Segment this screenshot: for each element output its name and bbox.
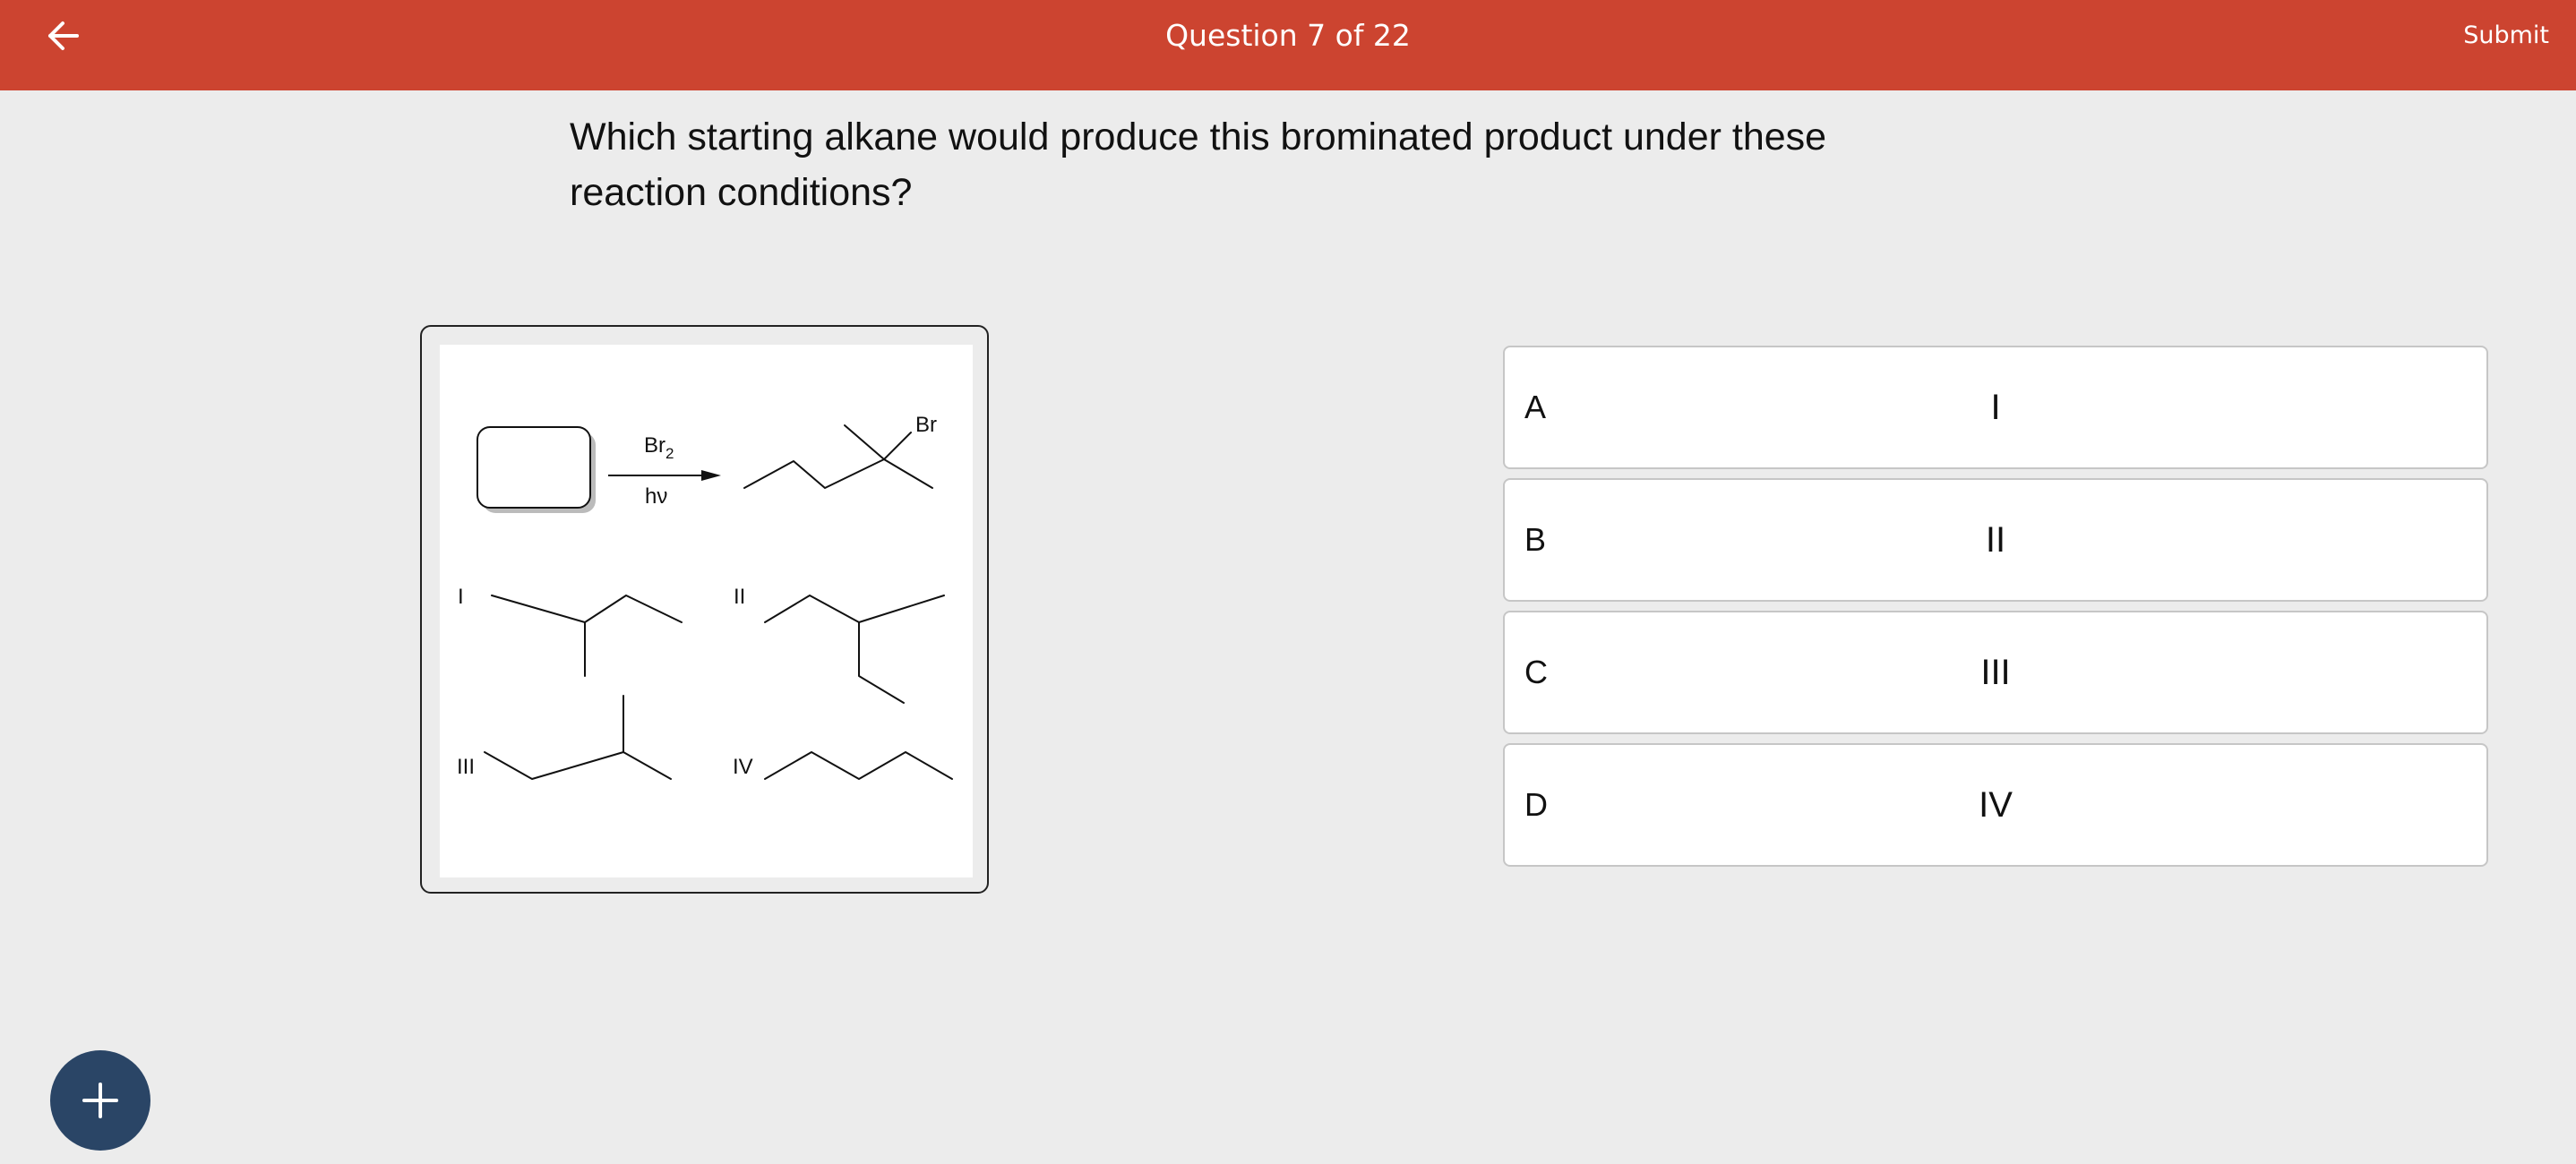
header-bar: Question 7 of 22 Submit <box>0 0 2576 90</box>
add-button[interactable] <box>50 1050 150 1151</box>
structure-i <box>491 595 683 677</box>
option-b[interactable]: B II <box>1503 478 2488 602</box>
structure-label-iii: III <box>457 755 475 779</box>
product-br-label: Br <box>915 413 937 437</box>
option-c[interactable]: C III <box>1503 611 2488 734</box>
answer-box <box>477 426 591 509</box>
question-figure: Br2 hν Br I II III IV <box>420 325 989 894</box>
structure-label-i: I <box>458 585 464 609</box>
figure-canvas: Br2 hν Br I II III IV <box>440 345 973 877</box>
plus-icon <box>82 1083 118 1118</box>
structure-label-iv: IV <box>733 755 753 779</box>
option-text: II <box>1985 520 2006 560</box>
conditions-label: hν <box>645 484 667 509</box>
reagent-label: Br2 <box>644 433 674 462</box>
reaction-arrow <box>608 470 721 481</box>
option-a[interactable]: A I <box>1503 346 2488 469</box>
product-structure <box>743 424 933 489</box>
submit-button[interactable]: Submit <box>2463 16 2549 56</box>
answer-options: A I B II C III D IV <box>1503 346 2488 876</box>
option-text: III <box>1980 653 2011 692</box>
option-text: IV <box>1979 785 2013 825</box>
option-d[interactable]: D IV <box>1503 743 2488 867</box>
structure-ii <box>764 595 945 704</box>
structure-iii <box>484 695 672 780</box>
option-text: I <box>1990 388 2001 427</box>
page-title: Question 7 of 22 <box>1165 18 1411 53</box>
question-text: Which starting alkane would produce this… <box>570 116 1827 214</box>
structure-label-ii: II <box>734 585 745 609</box>
structure-iv <box>764 751 953 780</box>
